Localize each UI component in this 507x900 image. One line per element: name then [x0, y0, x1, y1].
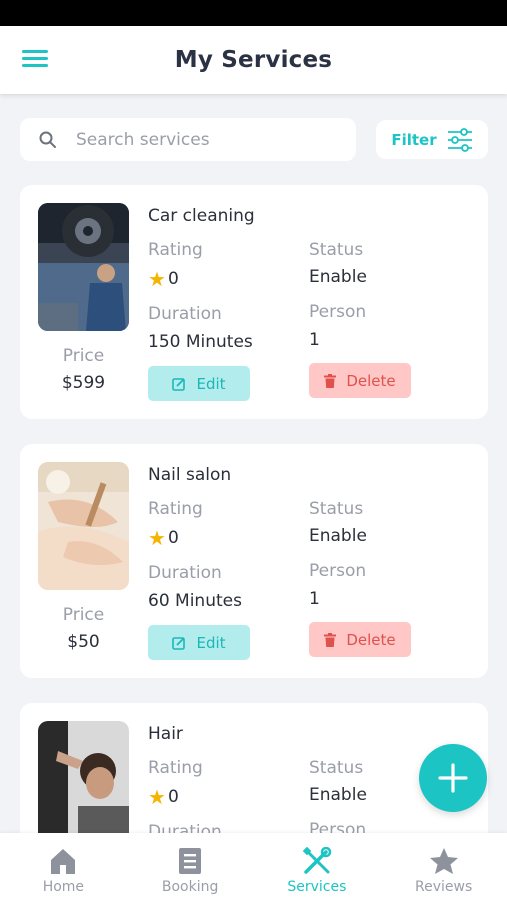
nav-label: Reviews [415, 879, 473, 895]
status-label: Status [309, 240, 364, 260]
duration-value: 150 Minutes [148, 332, 253, 352]
filter-label: Filter [391, 130, 437, 149]
status-label: Status [309, 499, 364, 519]
star-icon: ★ [148, 267, 166, 291]
person-value: 1 [309, 589, 320, 609]
nav-item-reviews[interactable]: Reviews [380, 833, 507, 900]
sliders-icon [447, 127, 472, 152]
app-header: My Services [0, 26, 507, 94]
nav-label: Services [287, 879, 347, 895]
price-value: $599 [61, 373, 106, 393]
nav-item-home[interactable]: Home [0, 833, 127, 900]
price-label: Price [62, 346, 105, 366]
search-icon [39, 131, 56, 148]
tools-icon [302, 847, 332, 874]
edit-button[interactable]: Edit [148, 366, 250, 401]
duration-label: Duration [148, 563, 222, 583]
nav-label: Home [42, 879, 85, 895]
person-label: Person [309, 561, 367, 581]
trash-icon [324, 632, 337, 647]
nav-label: Booking [161, 879, 219, 895]
person-value: 1 [309, 330, 320, 350]
price-value: $50 [67, 632, 100, 652]
menu-icon[interactable] [22, 50, 48, 70]
service-name: Car cleaning [148, 206, 255, 226]
status-bar [0, 0, 507, 26]
edit-icon [172, 377, 186, 391]
star-icon: ★ [148, 785, 166, 809]
duration-label: Duration [148, 304, 222, 324]
delete-button[interactable]: Delete [309, 363, 411, 398]
service-name: Nail salon [148, 465, 232, 485]
delete-button[interactable]: Delete [309, 622, 411, 657]
star-icon [429, 848, 458, 874]
service-card: Price $599 Car cleaning Rating ★ 0 Durati… [20, 185, 488, 419]
rating-label: Rating [148, 240, 203, 260]
star-icon: ★ [148, 526, 166, 550]
service-image [38, 721, 129, 849]
service-name: Hair [148, 724, 183, 744]
rating-value: ★ 0 [148, 785, 179, 809]
service-image [38, 462, 129, 590]
bottom-nav: Home Booking Services Reviews [0, 833, 507, 900]
person-label: Person [309, 302, 367, 322]
service-image [38, 203, 129, 331]
status-value: Enable [309, 526, 367, 546]
price-label: Price [62, 605, 105, 625]
nav-item-services[interactable]: Services [254, 833, 381, 900]
rating-value: ★ 0 [148, 267, 179, 291]
service-card: Price $50 Nail salon Rating ★ 0 Duration … [20, 444, 488, 678]
status-value: Enable [309, 785, 367, 805]
edit-button[interactable]: Edit [148, 625, 250, 660]
duration-value: 60 Minutes [148, 591, 242, 611]
search-box[interactable] [20, 118, 356, 161]
rating-value: ★ 0 [148, 526, 179, 550]
search-input[interactable] [76, 129, 336, 150]
page-title: My Services [174, 47, 333, 73]
status-value: Enable [309, 267, 367, 287]
plus-icon [438, 763, 468, 793]
home-icon [51, 849, 76, 874]
rating-label: Rating [148, 758, 203, 778]
filter-button[interactable]: Filter [376, 120, 488, 159]
rating-label: Rating [148, 499, 203, 519]
trash-icon [324, 373, 337, 388]
edit-icon [172, 636, 186, 650]
booking-icon [179, 848, 202, 874]
add-service-button[interactable] [419, 744, 487, 812]
status-label: Status [309, 758, 364, 778]
nav-item-booking[interactable]: Booking [127, 833, 254, 900]
